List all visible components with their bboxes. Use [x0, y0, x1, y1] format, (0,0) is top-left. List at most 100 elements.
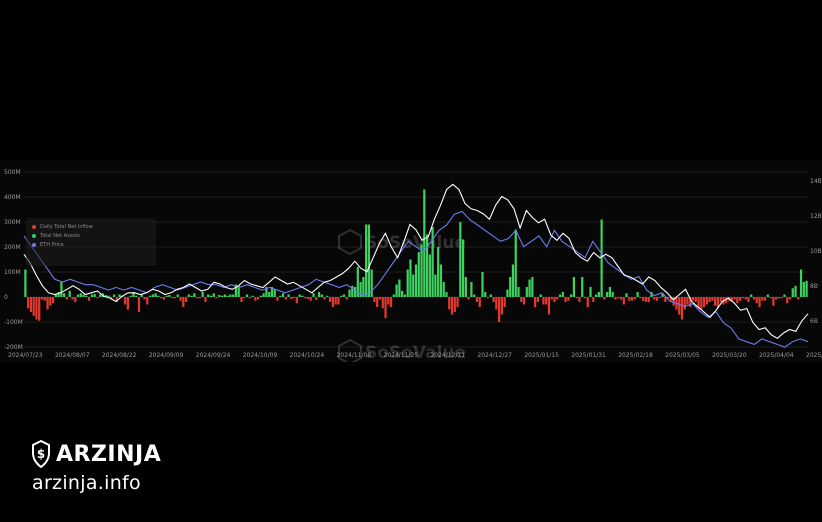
inflow-bar — [683, 297, 686, 310]
inflow-bar — [245, 294, 249, 297]
inflow-bar — [129, 295, 132, 297]
inflow-bar — [553, 297, 556, 302]
inflow-bar — [644, 297, 648, 302]
inflow-bar — [431, 227, 434, 297]
inflow-bar — [223, 294, 226, 297]
inflow-bar — [254, 297, 257, 301]
inflow-bar — [259, 295, 262, 297]
watermark: SoSoValue — [338, 228, 466, 256]
inflow-bar — [780, 297, 783, 299]
inflow-bar — [162, 297, 166, 300]
x-tick-label: 2025/03/05 — [665, 352, 700, 359]
inflow-bar — [176, 294, 179, 297]
inflow-bar — [708, 297, 711, 302]
inflow-bar — [243, 297, 246, 299]
inflow-bar — [639, 297, 642, 299]
x-tick-label: 2025/02/18 — [618, 352, 653, 359]
inflow-bar — [126, 297, 129, 310]
inflow-bar — [794, 285, 797, 297]
x-tick-label: 2024/12/27 — [477, 352, 512, 359]
inflow-bar — [24, 269, 27, 297]
inflow-bar — [761, 297, 764, 301]
inflow-bar — [772, 297, 775, 306]
y-left-tick-label: -200M — [4, 344, 23, 351]
inflow-bar — [744, 297, 747, 300]
inflow-bar — [82, 294, 85, 297]
chart-legend: Daily Total Net Inflow Total Net Assets ET… — [26, 218, 156, 266]
inflow-bar — [157, 295, 160, 297]
inflow-bar — [478, 297, 481, 307]
inflow-bar — [60, 282, 63, 297]
inflow-bar — [705, 297, 708, 305]
inflow-bar — [320, 294, 323, 297]
inflow-bar — [46, 297, 49, 310]
legend-swatch — [32, 233, 36, 238]
x-tick-label: 2025/04/04 — [759, 352, 794, 359]
inflow-bar — [752, 297, 756, 300]
inflow-bar — [204, 297, 207, 302]
inflow-bar — [229, 294, 232, 297]
x-tick-label: 2024/11/25 — [384, 352, 419, 359]
inflow-bar — [93, 294, 96, 297]
inflow-bar — [168, 295, 171, 297]
inflow-bar — [736, 297, 739, 304]
x-tick-label: 2024/08/22 — [102, 352, 137, 359]
legend-item[interactable]: Daily Total Net Inflow — [32, 222, 150, 231]
inflow-bar — [755, 297, 758, 304]
inflow-bar — [40, 297, 44, 300]
svg-text:$: $ — [37, 447, 45, 461]
inflow-bar — [273, 289, 276, 297]
inflow-bar — [747, 297, 750, 302]
inflow-bar — [406, 269, 409, 297]
inflow-bar — [290, 297, 293, 299]
y-left-tick-label: -100M — [4, 319, 23, 326]
inflow-bar — [802, 282, 805, 297]
legend-item[interactable]: Total Net Assets — [32, 231, 150, 240]
inflow-bar — [733, 297, 736, 300]
inflow-bar — [287, 294, 290, 297]
inflow-bar — [306, 297, 310, 299]
inflow-bar — [35, 297, 38, 320]
inflow-bar — [154, 293, 157, 297]
inflow-bar — [536, 297, 540, 302]
inflow-bar — [32, 297, 35, 316]
inflow-bar — [182, 297, 185, 307]
inflow-bar — [392, 294, 395, 297]
inflow-bar — [475, 297, 479, 302]
inflow-bar — [362, 277, 365, 297]
inflow-bar — [414, 264, 418, 297]
inflow-bar — [547, 297, 551, 315]
inflow-bar — [74, 297, 77, 302]
inflow-bar — [489, 294, 492, 297]
inflow-bar — [578, 297, 581, 302]
inflow-bar — [456, 297, 459, 307]
inflow-bar — [409, 259, 412, 297]
inflow-bar — [633, 297, 636, 300]
inflow-bar — [85, 295, 88, 297]
inflow-bar — [403, 294, 407, 297]
inflow-bar — [528, 279, 531, 297]
inflow-bar — [96, 297, 99, 299]
legend-swatch — [32, 242, 36, 247]
inflow-bar — [309, 297, 312, 301]
legend-label: Daily Total Net Inflow — [40, 223, 93, 230]
inflow-bar — [791, 288, 794, 297]
legend-label: ETH Price — [40, 241, 64, 248]
inflow-bar — [387, 297, 390, 305]
inflow-bar — [376, 297, 379, 307]
inflow-bar — [714, 297, 717, 306]
inflow-bar — [777, 297, 781, 299]
y-left-tick-label: 0 — [4, 294, 8, 301]
x-tick-label: 2024/11/08 — [337, 352, 372, 359]
inflow-bar — [378, 297, 382, 300]
legend-item[interactable]: ETH Price — [32, 240, 150, 249]
inflow-bar — [534, 297, 537, 307]
inflow-bar — [448, 297, 451, 310]
inflow-bar — [345, 297, 348, 300]
inflow-bar — [636, 292, 639, 297]
inflow-bar — [600, 219, 603, 297]
inflow-bar — [401, 290, 404, 297]
inflow-bar — [262, 293, 265, 297]
inflow-bar — [220, 295, 224, 297]
inflow-bar — [739, 297, 742, 301]
